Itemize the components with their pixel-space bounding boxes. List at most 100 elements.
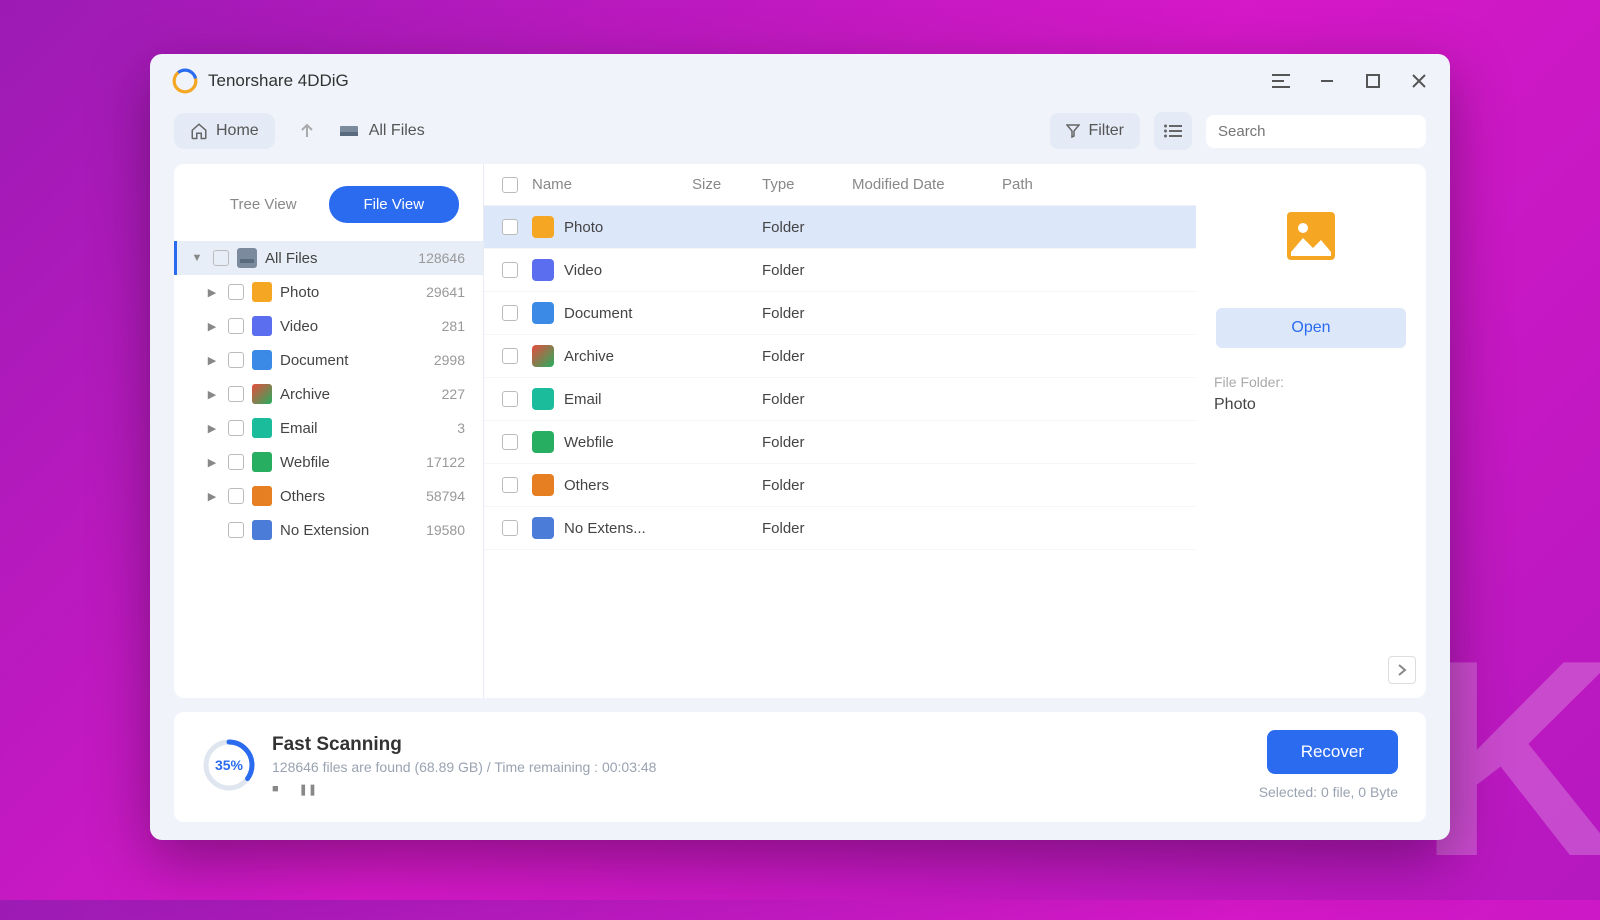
maximize-icon[interactable]: [1364, 72, 1382, 90]
tree-item-webfile[interactable]: ▶Webfile17122: [174, 445, 483, 479]
scan-controls: ■ ❚❚: [272, 783, 1259, 796]
scan-title: Fast Scanning: [272, 734, 1259, 756]
checkbox[interactable]: [502, 520, 518, 536]
chevron-down-icon[interactable]: ▼: [189, 252, 205, 264]
checkbox[interactable]: [213, 250, 229, 266]
chevron-right-icon[interactable]: ▶: [204, 286, 220, 299]
tree-count: 281: [442, 318, 465, 334]
app-logo-icon: [172, 68, 198, 94]
filter-button[interactable]: Filter: [1050, 113, 1140, 149]
tree-label: Photo: [280, 284, 426, 301]
view-mode-button[interactable]: [1154, 112, 1192, 150]
view-tabs: Tree View File View: [174, 176, 483, 241]
home-label: Home: [216, 122, 259, 140]
home-button[interactable]: Home: [174, 113, 275, 149]
tree-item-others[interactable]: ▶ Others58794: [174, 479, 483, 513]
list-row[interactable]: No Extens... Folder: [484, 507, 1196, 550]
list-row[interactable]: ArchiveFolder: [484, 335, 1196, 378]
category-icon: [252, 452, 272, 472]
list-row[interactable]: OthersFolder: [484, 464, 1196, 507]
col-type[interactable]: Type: [762, 176, 852, 193]
col-size[interactable]: Size: [692, 176, 762, 193]
file-type-icon: [532, 388, 554, 410]
tab-tree-view[interactable]: Tree View: [198, 186, 329, 223]
tree-count: 19580: [426, 522, 465, 538]
checkbox[interactable]: [502, 348, 518, 364]
col-modified[interactable]: Modified Date: [852, 176, 1002, 193]
tree-item-archive[interactable]: ▶Archive227: [174, 377, 483, 411]
tree-item-no-extension[interactable]: No Extension19580: [174, 513, 483, 547]
row-type: Folder: [762, 434, 852, 451]
content: Tree View File View ▼ All Files 128646 ▶…: [174, 164, 1426, 698]
checkbox[interactable]: [502, 262, 518, 278]
checkbox[interactable]: [502, 305, 518, 321]
photo-preview-icon: [1287, 212, 1335, 260]
tree-root-all-files[interactable]: ▼ All Files 128646: [174, 241, 483, 275]
tree-item-photo[interactable]: ▶Photo29641: [174, 275, 483, 309]
tree-label: Others: [280, 488, 426, 505]
tree-count: 3: [457, 420, 465, 436]
file-folder-label: File Folder:: [1214, 374, 1284, 390]
app-window: Tenorshare 4DDiG Home All Files Filter: [150, 54, 1450, 840]
checkbox[interactable]: [228, 386, 244, 402]
list-row[interactable]: PhotoFolder: [484, 206, 1196, 249]
search-box[interactable]: [1206, 115, 1426, 148]
pause-scan-button[interactable]: ❚❚: [299, 783, 317, 796]
row-type: Folder: [762, 391, 852, 408]
list-row[interactable]: EmailFolder: [484, 378, 1196, 421]
checkbox[interactable]: [502, 219, 518, 235]
checkbox[interactable]: [228, 454, 244, 470]
checkbox[interactable]: [228, 352, 244, 368]
close-icon[interactable]: [1410, 72, 1428, 90]
filter-icon: [1066, 124, 1080, 138]
checkbox[interactable]: [502, 477, 518, 493]
expand-panel-button[interactable]: [1388, 656, 1416, 684]
list-row[interactable]: VideoFolder: [484, 249, 1196, 292]
search-input[interactable]: [1218, 123, 1417, 140]
row-name: No Extens...: [564, 520, 692, 537]
checkbox[interactable]: [228, 318, 244, 334]
tree-item-video[interactable]: ▶Video281: [174, 309, 483, 343]
home-icon: [190, 122, 208, 140]
tree-count: 58794: [426, 488, 465, 504]
checkbox[interactable]: [228, 522, 244, 538]
tree-item-email[interactable]: ▶Email3: [174, 411, 483, 445]
col-path[interactable]: Path: [1002, 176, 1178, 193]
row-type: Folder: [762, 520, 852, 537]
chevron-right-icon[interactable]: ▶: [204, 388, 220, 401]
breadcrumb[interactable]: All Files: [339, 122, 425, 140]
chevron-right-icon[interactable]: ▶: [204, 354, 220, 367]
preview-panel: Open File Folder: Photo: [1196, 164, 1426, 698]
chevron-right-icon[interactable]: ▶: [204, 320, 220, 333]
select-all-checkbox[interactable]: [502, 177, 518, 193]
footer: 35% Fast Scanning 128646 files are found…: [174, 712, 1426, 822]
checkbox[interactable]: [228, 420, 244, 436]
file-type-icon: [532, 431, 554, 453]
scan-info: Fast Scanning 128646 files are found (68…: [272, 734, 1259, 796]
list-row[interactable]: Document Folder: [484, 292, 1196, 335]
checkbox[interactable]: [228, 488, 244, 504]
stop-scan-button[interactable]: ■: [272, 783, 279, 796]
tree-count: 17122: [426, 454, 465, 470]
tree-item-document[interactable]: ▶Document2998: [174, 343, 483, 377]
row-name: Document: [564, 305, 692, 322]
category-icon: [252, 316, 272, 336]
chevron-right-icon[interactable]: ▶: [204, 422, 220, 435]
open-button[interactable]: Open: [1216, 308, 1406, 348]
menu-icon[interactable]: [1272, 72, 1290, 90]
minimize-icon[interactable]: [1318, 72, 1336, 90]
list-row[interactable]: WebfileFolder: [484, 421, 1196, 464]
checkbox[interactable]: [228, 284, 244, 300]
category-icon: [252, 282, 272, 302]
recover-button[interactable]: Recover: [1267, 730, 1398, 774]
tab-file-view[interactable]: File View: [329, 186, 460, 223]
row-type: Folder: [762, 305, 852, 322]
checkbox[interactable]: [502, 434, 518, 450]
chevron-right-icon[interactable]: ▶: [204, 490, 220, 503]
col-name[interactable]: Name: [532, 176, 692, 193]
checkbox[interactable]: [502, 391, 518, 407]
category-icon: [252, 418, 272, 438]
chevron-right-icon[interactable]: ▶: [204, 456, 220, 469]
file-type-icon: [532, 474, 554, 496]
nav-up-button[interactable]: [289, 113, 325, 149]
